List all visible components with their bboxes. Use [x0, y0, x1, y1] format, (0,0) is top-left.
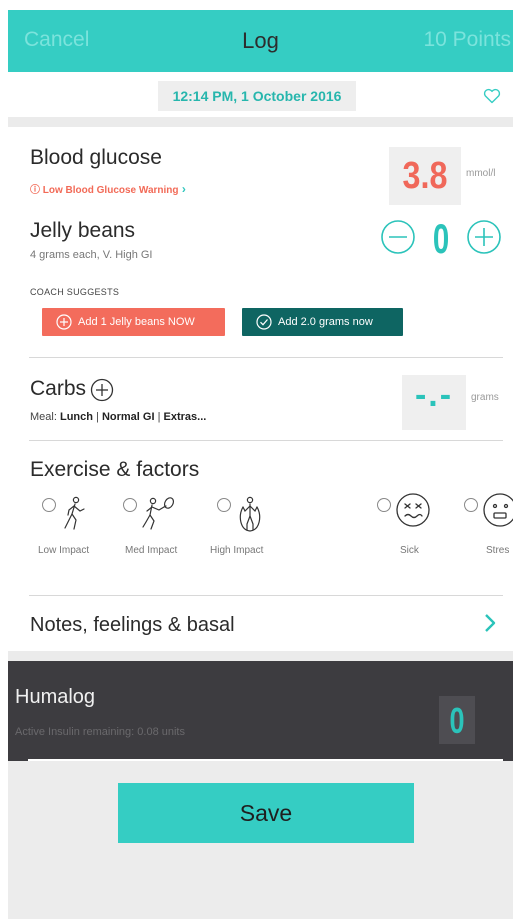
- sick-radio[interactable]: [377, 498, 391, 512]
- glucose-value: 3.8: [402, 155, 448, 197]
- sick-face-icon[interactable]: [395, 492, 431, 528]
- log-screen: Cancel Log 10 Points 12:14 PM, 1 October…: [8, 10, 513, 919]
- stressed-face-icon[interactable]: [482, 492, 513, 528]
- add-grams-label: Add 2.0 grams now: [278, 316, 373, 328]
- top-bar: Cancel Log 10 Points: [8, 10, 513, 72]
- glucose-unit: mmol/l: [466, 168, 496, 179]
- warning-text: Low Blood Glucose Warning: [42, 185, 179, 196]
- plus-circle-icon[interactable]: [466, 219, 502, 255]
- meal-extras: Extras...: [163, 411, 207, 423]
- stress-radio[interactable]: [464, 498, 478, 512]
- med-impact-label: Med Impact: [125, 545, 178, 556]
- add-jelly-beans-label: Add 1 Jelly beans NOW: [78, 316, 195, 328]
- meal-summary[interactable]: Meal: Lunch | Normal GI | Extras...: [30, 411, 206, 423]
- datetime-selector[interactable]: 12:14 PM, 1 October 2016: [158, 81, 356, 111]
- divider: [29, 357, 503, 358]
- med-impact-radio[interactable]: [123, 498, 137, 512]
- walking-icon[interactable]: [60, 496, 90, 532]
- add-jelly-beans-button[interactable]: Add 1 Jelly beans NOW: [42, 308, 225, 336]
- add-carbs-icon[interactable]: [90, 378, 114, 402]
- low-glucose-warning[interactable]: ⓘ Low Blood Glucose Warning ›: [30, 181, 186, 196]
- coach-suggests-heading: COACH SUGGESTS: [30, 287, 120, 297]
- low-impact-radio[interactable]: [42, 498, 56, 512]
- minus-circle-icon[interactable]: [380, 219, 416, 255]
- active-insulin-text: Active Insulin remaining: 0.08 units: [15, 726, 185, 738]
- meal-type: Lunch: [59, 411, 93, 423]
- points-label[interactable]: 10 Points: [423, 28, 511, 52]
- check-circle-icon: [256, 314, 272, 330]
- section-separator: [8, 651, 513, 661]
- stress-label: Stres: [486, 545, 510, 556]
- divider: [28, 759, 503, 761]
- plus-circle-icon: [56, 314, 72, 330]
- sick-label: Sick: [400, 545, 419, 556]
- section-separator: [8, 117, 513, 127]
- info-icon: ⓘ: [30, 185, 43, 196]
- insulin-value: 0: [449, 700, 465, 741]
- chevron-right-icon: ›: [178, 182, 186, 196]
- exercise-title: Exercise & factors: [30, 458, 200, 481]
- jelly-beans-subtitle: 4 grams each, V. High GI: [30, 249, 153, 261]
- insulin-panel: [8, 661, 513, 761]
- jelly-beans-label: Jelly beans: [30, 219, 136, 242]
- chevron-right-icon[interactable]: [482, 612, 498, 634]
- carbs-unit: grams: [471, 392, 499, 403]
- high-impact-radio[interactable]: [217, 498, 231, 512]
- carbs-value: -.-: [414, 376, 454, 414]
- jump-rope-icon[interactable]: [234, 494, 266, 534]
- low-impact-label: Low Impact: [38, 545, 90, 556]
- add-grams-button[interactable]: Add 2.0 grams now: [242, 308, 403, 336]
- blood-glucose-label: Blood glucose: [30, 146, 162, 169]
- divider: [29, 595, 503, 596]
- carbs-label: Carbs: [30, 377, 87, 400]
- heart-icon[interactable]: [483, 88, 501, 104]
- meal-gi: Normal GI: [101, 411, 155, 423]
- save-button[interactable]: Save: [118, 783, 414, 843]
- tennis-icon[interactable]: [141, 496, 177, 532]
- high-impact-label: High Impact: [210, 545, 264, 556]
- notes-row[interactable]: Notes, feelings & basal: [30, 614, 235, 637]
- divider: [29, 440, 503, 441]
- jelly-beans-quantity: 0: [432, 215, 450, 262]
- insulin-name: Humalog: [15, 686, 96, 708]
- meal-prefix: Meal:: [30, 411, 60, 423]
